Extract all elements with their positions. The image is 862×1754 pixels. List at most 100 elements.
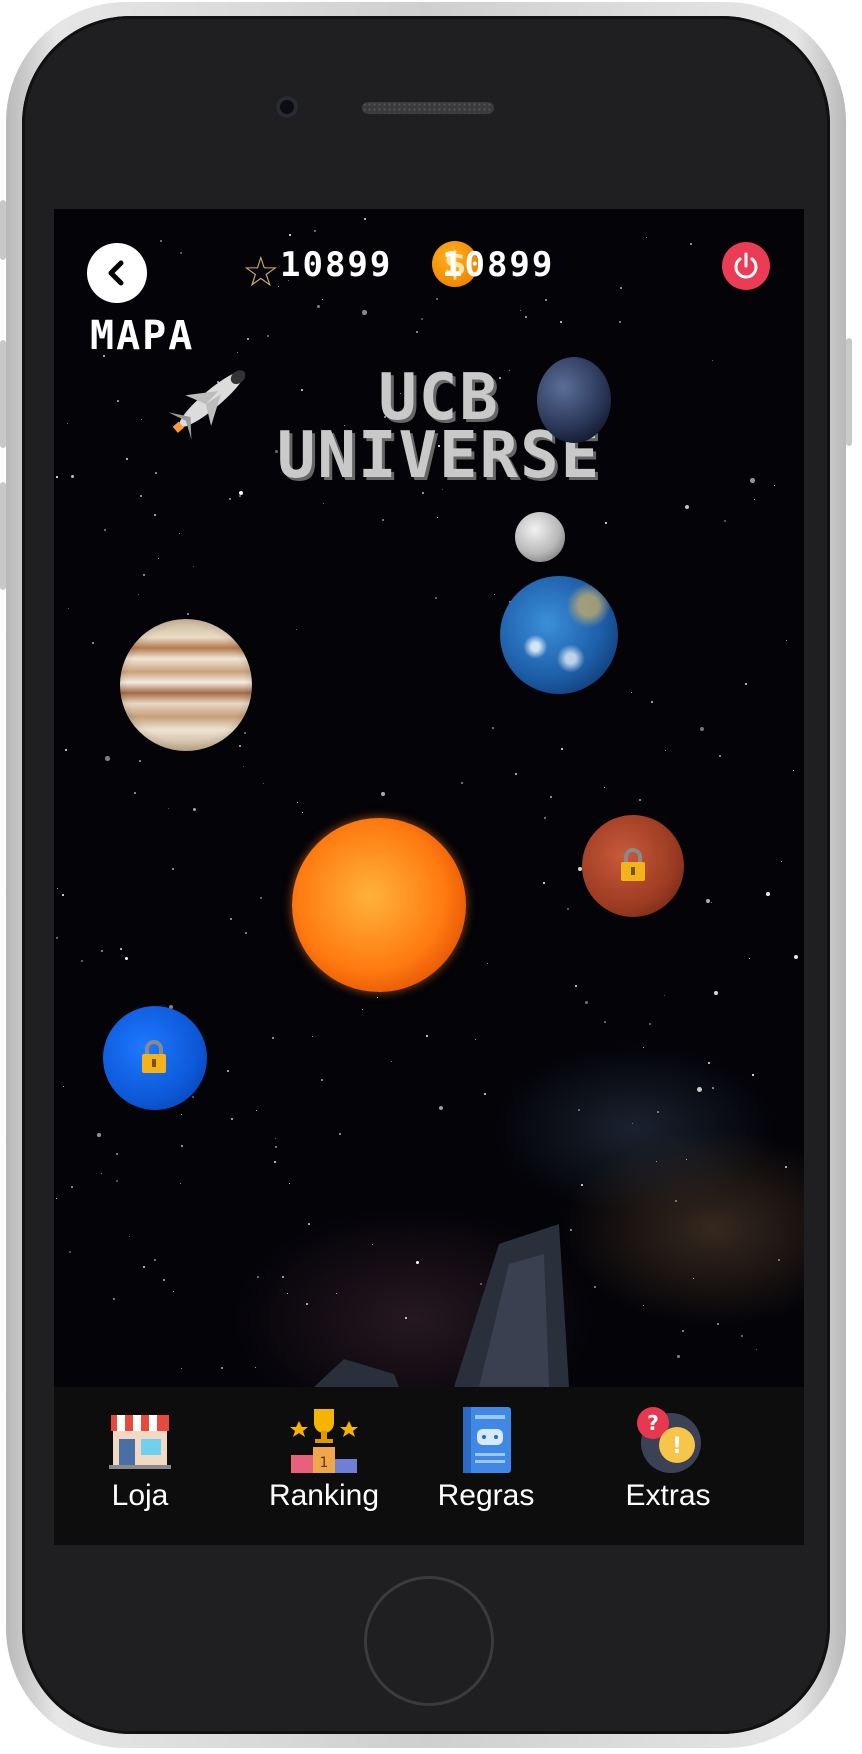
store-icon bbox=[109, 1415, 171, 1469]
background-star bbox=[247, 338, 249, 340]
background-star bbox=[317, 305, 321, 309]
background-star bbox=[492, 727, 494, 729]
background-star bbox=[134, 792, 137, 795]
background-star bbox=[101, 1173, 103, 1175]
background-star bbox=[544, 817, 546, 819]
nav-item-extras[interactable]: ? ! Extras bbox=[578, 1387, 758, 1545]
background-star bbox=[231, 1118, 233, 1120]
background-star bbox=[686, 1159, 688, 1161]
background-star bbox=[719, 755, 721, 757]
background-star bbox=[229, 498, 231, 500]
background-star bbox=[749, 958, 751, 960]
background-star bbox=[154, 1259, 156, 1261]
background-star bbox=[766, 892, 770, 896]
background-star bbox=[282, 1276, 285, 1279]
background-star bbox=[436, 298, 438, 300]
nav-item-ranking[interactable]: 1 Ranking bbox=[234, 1387, 414, 1545]
background-star bbox=[275, 1146, 277, 1148]
background-star bbox=[567, 908, 570, 911]
background-star bbox=[180, 1183, 181, 1184]
background-star bbox=[426, 1035, 428, 1037]
dark-planet[interactable] bbox=[537, 357, 611, 443]
moon[interactable] bbox=[515, 512, 565, 562]
background-star bbox=[104, 529, 106, 531]
home-button[interactable] bbox=[364, 1576, 494, 1706]
background-star bbox=[323, 503, 325, 505]
background-star bbox=[141, 419, 143, 421]
background-star bbox=[263, 783, 265, 785]
background-star bbox=[421, 318, 423, 320]
chevron-left-icon bbox=[108, 260, 124, 286]
background-star bbox=[377, 997, 379, 999]
background-star bbox=[239, 491, 244, 496]
background-star bbox=[243, 766, 245, 768]
background-star bbox=[643, 1047, 645, 1049]
background-star bbox=[484, 1093, 486, 1095]
background-star bbox=[267, 335, 270, 338]
background-star bbox=[475, 1039, 477, 1041]
background-star bbox=[237, 352, 239, 354]
background-star bbox=[697, 1087, 702, 1092]
background-star bbox=[181, 1145, 184, 1148]
sun[interactable] bbox=[292, 818, 466, 992]
background-star bbox=[274, 1161, 276, 1163]
background-star bbox=[745, 683, 748, 686]
background-star bbox=[461, 782, 463, 784]
nav-item-regras[interactable]: Regras bbox=[396, 1387, 576, 1545]
nav-item-loja[interactable]: Loja bbox=[54, 1387, 230, 1545]
background-star bbox=[244, 732, 246, 734]
background-star bbox=[631, 692, 633, 694]
background-star bbox=[227, 1070, 229, 1072]
background-star bbox=[71, 1186, 73, 1188]
background-star bbox=[62, 894, 64, 896]
background-star bbox=[664, 995, 666, 997]
background-star bbox=[187, 613, 190, 616]
spaceship-silhouette bbox=[314, 1224, 569, 1387]
background-star bbox=[239, 745, 242, 748]
background-star bbox=[71, 475, 75, 479]
background-star bbox=[714, 991, 718, 995]
background-star bbox=[619, 321, 622, 324]
background-star bbox=[56, 937, 58, 939]
background-star bbox=[439, 1106, 444, 1111]
background-star bbox=[778, 1259, 781, 1262]
background-star bbox=[287, 1293, 289, 1295]
background-star bbox=[296, 629, 298, 631]
background-star bbox=[665, 750, 667, 752]
background-star bbox=[657, 1111, 660, 1114]
background-star bbox=[774, 485, 776, 487]
background-star bbox=[756, 1349, 758, 1351]
background-star bbox=[643, 1305, 645, 1307]
background-star bbox=[604, 1021, 607, 1024]
background-star bbox=[314, 230, 317, 233]
background-star bbox=[56, 476, 58, 478]
background-star bbox=[140, 495, 142, 497]
background-star bbox=[69, 1251, 72, 1254]
background-star bbox=[101, 950, 103, 952]
background-star bbox=[646, 237, 648, 239]
background-star bbox=[560, 321, 562, 323]
background-star bbox=[289, 234, 291, 236]
background-star bbox=[520, 310, 521, 311]
nav-label-regras: Regras bbox=[437, 1479, 535, 1512]
background-star bbox=[289, 1183, 291, 1185]
background-star bbox=[139, 760, 142, 763]
background-star bbox=[179, 533, 181, 535]
background-star bbox=[154, 514, 156, 516]
space-shuttle-icon bbox=[168, 370, 246, 439]
jupiter[interactable] bbox=[120, 619, 252, 751]
background-star bbox=[260, 897, 263, 900]
logout-button[interactable] bbox=[722, 242, 770, 290]
background-star bbox=[230, 918, 232, 920]
background-star bbox=[120, 948, 123, 951]
svg-text:1: 1 bbox=[320, 1455, 329, 1471]
background-star bbox=[712, 360, 714, 362]
background-star bbox=[515, 773, 518, 776]
background-star bbox=[362, 310, 367, 315]
background-star bbox=[275, 1138, 277, 1140]
nav-label-loja: Loja bbox=[111, 1479, 169, 1512]
back-button[interactable] bbox=[87, 243, 147, 303]
earth[interactable] bbox=[500, 576, 618, 694]
background-star bbox=[180, 252, 183, 255]
background-star bbox=[302, 812, 304, 814]
